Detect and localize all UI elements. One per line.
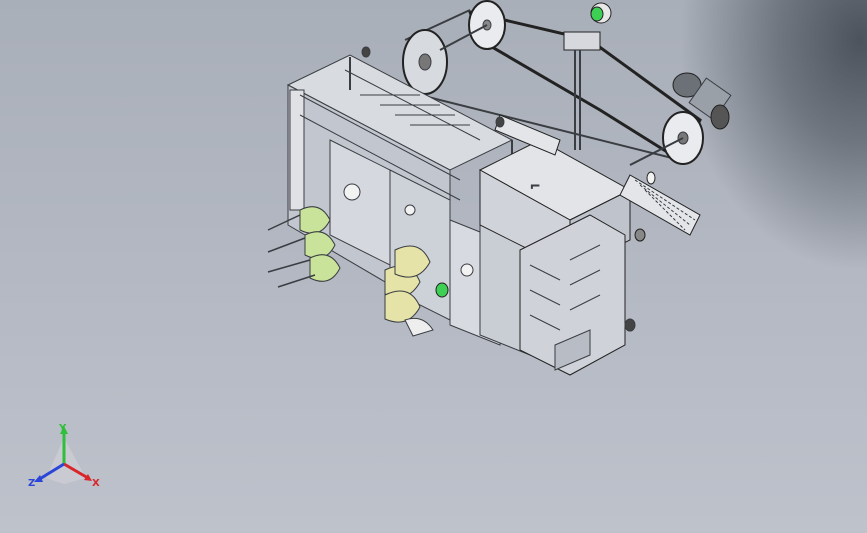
triad-y-label: Y xyxy=(58,423,67,434)
svg-text:⌐: ⌐ xyxy=(530,179,540,193)
triad-z-label: Z xyxy=(28,478,35,489)
triad-cone xyxy=(46,438,86,484)
green-ring-set xyxy=(267,206,341,288)
triad-x-label: X xyxy=(92,478,100,489)
sensor-head xyxy=(563,2,612,150)
graphics-viewport[interactable]: ⌐ Y X Z xyxy=(0,0,867,533)
coordinate-triad: Y X Z xyxy=(22,420,112,492)
machine-assembly-model[interactable]: ⌐ xyxy=(0,0,867,533)
